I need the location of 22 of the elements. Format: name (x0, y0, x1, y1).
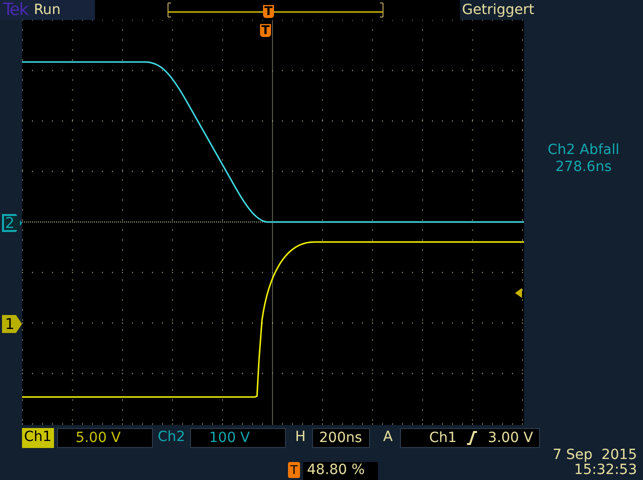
trigger-badge: T (288, 462, 300, 478)
trigger-level: 3.00 V (488, 429, 534, 447)
trigger-position-value: 48.80 % (303, 462, 378, 480)
trigger-status: Getriggert (461, 1, 536, 20)
trigger-level-icon (515, 288, 522, 298)
readout-label: Ch1 (22, 428, 54, 448)
date-time: 7 Sep 2015 15:32:53 (552, 448, 637, 480)
channel-marker[interactable]: 1 (2, 315, 22, 333)
brand-logo: Tek (3, 0, 28, 20)
channel-scale: 5.00 V (56, 428, 153, 448)
trigger-position-marker: T (263, 5, 274, 18)
timebase-value: 200ns (312, 428, 370, 448)
trigger-position-marker: T (260, 24, 271, 37)
measurement-readout: Ch2 Abfall 278.6ns (546, 142, 620, 176)
channel-scale: 100 V (190, 428, 286, 448)
readout-label: Ch2 (156, 428, 186, 447)
readout-label: H (294, 428, 307, 447)
run-status: Run (34, 1, 61, 20)
readout-label: A (382, 428, 394, 447)
channel-marker[interactable]: 2 (2, 214, 22, 232)
trigger-source: Ch1 (428, 429, 457, 447)
rising-edge-icon (466, 431, 477, 445)
